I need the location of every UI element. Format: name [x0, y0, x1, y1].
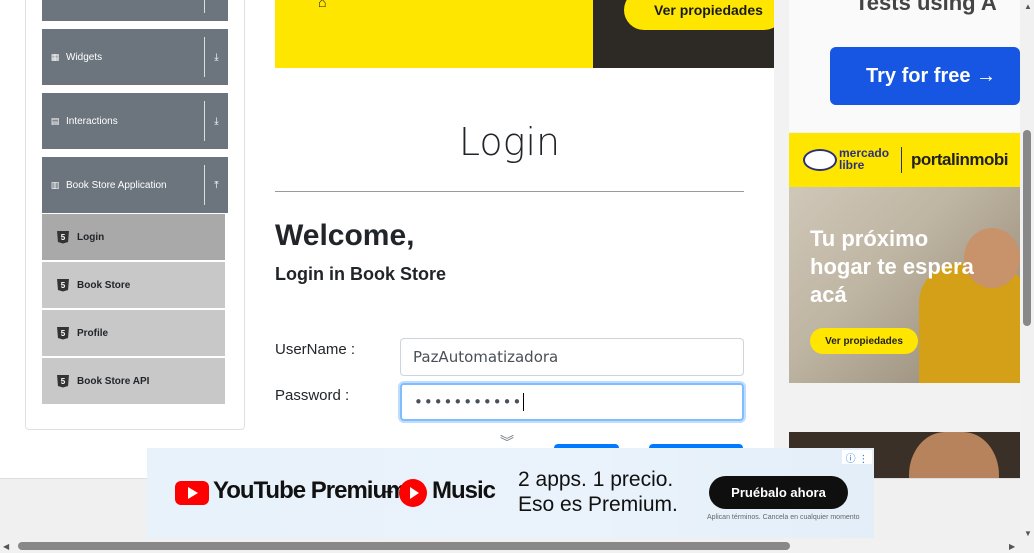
- username-value: PazAutomatizadora: [413, 348, 559, 366]
- html5-icon: 5: [57, 326, 69, 340]
- browser-page: ▦ Widgets ⤓ ▤ Interactions ⤓ ▥ Book Stor…: [0, 0, 1034, 553]
- handshake-logo-icon: [803, 149, 837, 171]
- youtube-music-logo-icon: [399, 479, 427, 507]
- sidebar-group-widgets[interactable]: ▦ Widgets ⤓: [42, 29, 228, 85]
- username-input[interactable]: PazAutomatizadora: [400, 338, 744, 376]
- vertical-scrollbar-thumb[interactable]: [1023, 130, 1031, 326]
- sidebar-group-label: Widgets: [66, 51, 103, 63]
- ad-logo-icon: ⌂: [318, 0, 327, 10]
- scroll-up-arrow-icon[interactable]: ▲: [1024, 2, 1032, 11]
- square-icon: ▤: [50, 115, 60, 126]
- ad-brand-2: Music: [432, 477, 496, 504]
- sidebar-item-book-store-api[interactable]: 5 Book Store API: [42, 358, 225, 404]
- ad-fine-print: Aplican términos. Cancela en cualquier m…: [707, 514, 860, 521]
- password-input[interactable]: •••••••••••: [400, 383, 744, 421]
- sidebar-group-label: Interactions: [66, 115, 118, 127]
- horizontal-scrollbar-thumb[interactable]: [18, 542, 790, 550]
- sidebar-item-profile[interactable]: 5 Profile: [42, 310, 225, 356]
- sidebar-item-label: Book Store API: [77, 375, 150, 387]
- try-for-free-button[interactable]: Try for free →: [830, 47, 1020, 105]
- youtube-premium-ad[interactable]: YouTube Premium + Music 2 apps. 1 precio…: [147, 448, 874, 538]
- grid-icon: ▦: [50, 51, 60, 62]
- ad-plus: +: [383, 482, 394, 502]
- collapse-arrow-icon: [204, 0, 228, 13]
- html5-icon: 5: [57, 230, 69, 244]
- page-title: Login: [458, 120, 561, 164]
- text-cursor: [523, 393, 525, 411]
- youtube-logo-icon: [175, 481, 209, 505]
- sidebar-group-label: Book Store Application: [66, 179, 167, 191]
- ad-brand-line: libre: [839, 158, 865, 172]
- ad-tagline-line-1: 2 apps. 1 precio.: [518, 468, 674, 491]
- collapse-arrow-icon: ⤒: [204, 165, 228, 205]
- ad-brand: mercado libre: [839, 147, 889, 171]
- password-value: •••••••••••: [414, 393, 523, 411]
- welcome-subheading: Login in Book Store: [275, 264, 446, 284]
- password-label: Password :: [275, 387, 350, 404]
- adchoices-icon[interactable]: ⓘ ⋮: [842, 450, 872, 465]
- username-label: UserName :: [275, 341, 356, 358]
- books-icon: ▥: [50, 179, 60, 190]
- scroll-down-arrow-icon[interactable]: ▼: [1024, 529, 1032, 538]
- mercadolibre-ad[interactable]: mercado libre portalinmobi Tu próximo ho…: [789, 133, 1020, 383]
- ad-brand: YouTube Premium: [213, 477, 407, 504]
- welcome-heading: Welcome,: [275, 219, 415, 252]
- html5-icon: 5: [57, 278, 69, 292]
- ad-heading: Tests using A: [855, 0, 997, 15]
- html5-icon: 5: [57, 374, 69, 388]
- sidebar-item-label: Book Store: [77, 279, 131, 291]
- ad-cta-button[interactable]: Ver propiedades: [624, 0, 774, 30]
- expand-arrow-icon: ⤓: [204, 101, 228, 141]
- title-divider: [275, 191, 744, 192]
- ad-cta-button[interactable]: Pruébalo ahora: [709, 476, 848, 509]
- ad-partner-brand: portalinmobi: [911, 150, 1008, 169]
- ad-tagline-line-2: Eso es Premium.: [518, 493, 678, 516]
- expand-arrow-icon: ⤓: [204, 37, 228, 77]
- sidebar-group-book-store-application[interactable]: ▥ Book Store Application ⤒: [42, 157, 228, 213]
- sidebar-group-elements-partial[interactable]: [42, 0, 228, 21]
- sidebar-item-login[interactable]: 5 Login: [42, 214, 225, 260]
- sidebar-item-book-store[interactable]: 5 Book Store: [42, 262, 225, 308]
- ad-cta-button[interactable]: Ver propiedades: [810, 328, 918, 354]
- scroll-left-arrow-icon[interactable]: ◀: [3, 542, 9, 551]
- ad-headline: Tu próximo hogar te espera acá: [810, 226, 974, 307]
- sidebar-item-label: Profile: [77, 327, 109, 339]
- top-ad-banner[interactable]: ⌂ Ver propiedades: [275, 0, 774, 68]
- ad-separator: [901, 147, 902, 173]
- sidebar-item-label: Login: [77, 231, 105, 243]
- scroll-right-arrow-icon[interactable]: ▶: [1009, 542, 1015, 551]
- sidebar-group-interactions[interactable]: ▤ Interactions ⤓: [42, 93, 228, 149]
